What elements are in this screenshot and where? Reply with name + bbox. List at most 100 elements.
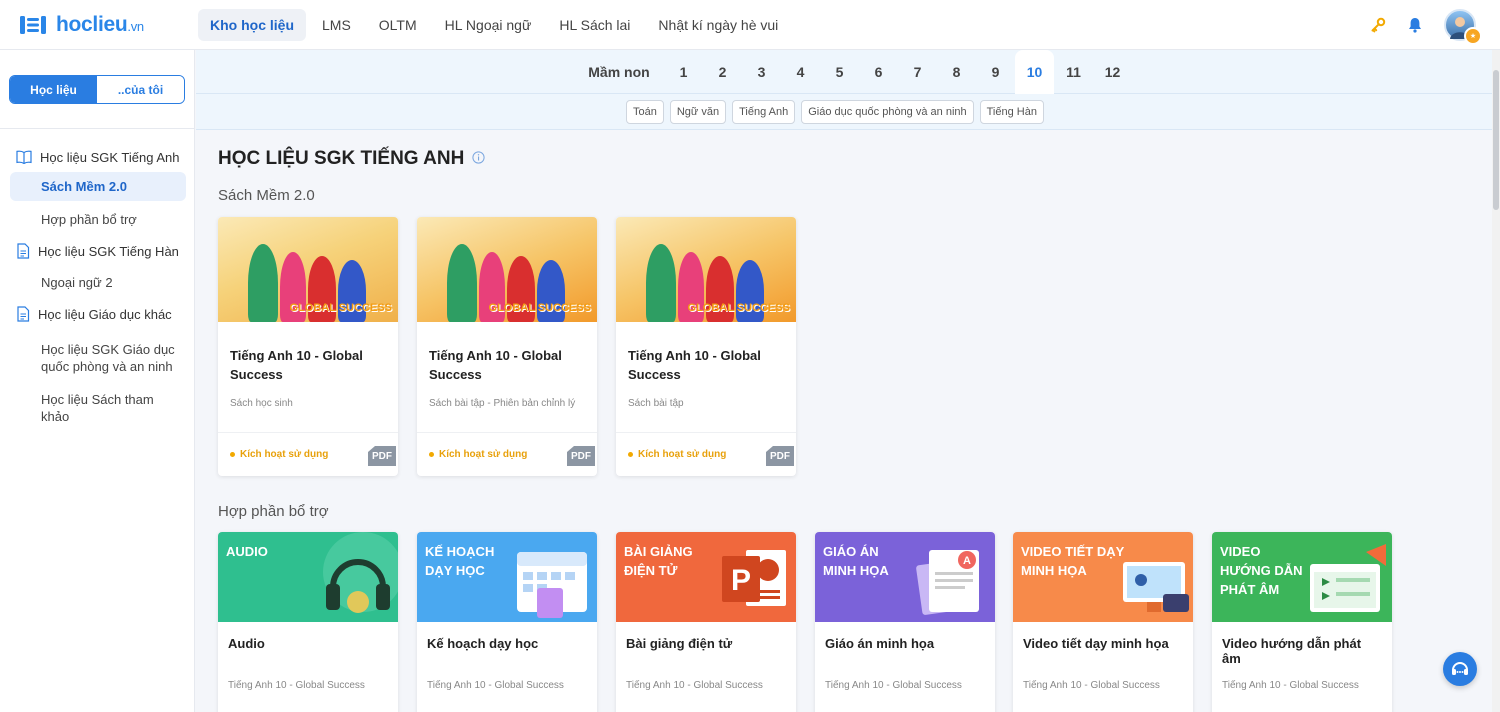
- grade-tab-4[interactable]: 4: [781, 50, 820, 94]
- resource-banner: VIDEO TIẾT DẠY MINH HỌA: [1013, 532, 1193, 622]
- section-title-hop-phan: Hợp phần bổ trợ: [218, 503, 329, 520]
- bell-icon[interactable]: [1408, 17, 1422, 33]
- resource-banner: AUDIO: [218, 532, 398, 622]
- nav-oltm[interactable]: OLTM: [367, 9, 429, 41]
- resource-card-bai-giang[interactable]: BÀI GIẢNG ĐIỆN TỬ P Bài giảng điện tử Ti…: [616, 532, 796, 712]
- status-dot-icon: [230, 452, 235, 457]
- sidebar-group-label: Học liệu Giáo dục khác: [38, 306, 172, 322]
- resource-banner-label: GIÁO ÁN MINH HỌA: [823, 544, 889, 578]
- book-title: Tiếng Anh 10 - Global Success: [429, 348, 562, 382]
- subject-bar: Toán Ngữ văn Tiếng Anh Giáo dục quốc phò…: [196, 94, 1500, 130]
- sidebar-item-hop-phan-bo-tro[interactable]: Hợp phần bổ trợ: [10, 205, 186, 234]
- resource-banner: VIDEO HƯỚNG DẪN PHÁT ÂM: [1212, 532, 1392, 622]
- cover-logo: GLOBAL SUCCESS: [488, 302, 591, 314]
- sidebar-item-sach-tham-khao[interactable]: Học liệu Sách tham khảo: [10, 385, 186, 431]
- grade-tab-10[interactable]: 10: [1015, 50, 1054, 94]
- resource-subtitle: Tiếng Anh 10 - Global Success: [825, 680, 962, 691]
- top-actions: ★: [1370, 9, 1482, 45]
- resource-title: Video tiết dạy minh họa: [1023, 636, 1169, 651]
- book-cover: GLOBAL SUCCESS: [218, 217, 398, 322]
- grade-tab-12[interactable]: 12: [1093, 50, 1132, 94]
- document-icon: [17, 306, 30, 322]
- grade-tab-7[interactable]: 7: [898, 50, 937, 94]
- grade-tab-1[interactable]: 1: [664, 50, 703, 94]
- scrollbar-thumb[interactable]: [1493, 70, 1499, 210]
- book-cover: GLOBAL SUCCESS: [616, 217, 796, 322]
- page-scrollbar[interactable]: [1492, 50, 1500, 712]
- subject-gdqp[interactable]: Giáo dục quốc phòng và an ninh: [801, 100, 974, 124]
- activation-status[interactable]: Kích hoạt sử dụng: [429, 449, 527, 460]
- tab-cua-toi[interactable]: ..của tôi: [97, 76, 184, 103]
- avatar[interactable]: ★: [1444, 9, 1482, 45]
- grade-tab-9[interactable]: 9: [976, 50, 1015, 94]
- sidebar-item-gdqp-an-ninh[interactable]: Học liệu SGK Giáo dục quốc phòng và an n…: [10, 335, 186, 381]
- resource-title: Giáo án minh họa: [825, 636, 935, 651]
- top-navigation: hoclieu.vn Kho học liệu LMS OLTM HL Ngoạ…: [0, 0, 1500, 50]
- resource-subtitle: Tiếng Anh 10 - Global Success: [626, 680, 763, 691]
- sidebar-group-sgk-tieng-han[interactable]: Học liệu SGK Tiếng Hàn: [0, 236, 195, 266]
- grade-tab-5[interactable]: 5: [820, 50, 859, 94]
- brand-logo[interactable]: hoclieu.vn: [18, 13, 198, 37]
- subject-tieng-anh[interactable]: Tiếng Anh: [732, 100, 796, 124]
- headset-icon: [1452, 662, 1468, 675]
- resource-card-audio[interactable]: AUDIO Audio Tiếng Anh 10 - Global Succes…: [218, 532, 398, 712]
- subject-tieng-han[interactable]: Tiếng Hàn: [979, 100, 1044, 124]
- subject-ngu-van[interactable]: Ngữ văn: [669, 100, 727, 124]
- sidebar-menu: Học liệu SGK Tiếng Anh Sách Mềm 2.0 Hợp …: [0, 142, 195, 431]
- book-footer: Kích hoạt sử dụng PDF: [218, 432, 398, 476]
- page-title: HỌC LIỆU SGK TIẾNG ANH: [218, 148, 485, 170]
- library-toggle: Học liệu ..của tôi: [9, 75, 185, 104]
- sidebar-group-giao-duc-khac[interactable]: Học liệu Giáo dục khác: [0, 299, 195, 329]
- resource-card-phat-am[interactable]: VIDEO HƯỚNG DẪN PHÁT ÂM Video hướng dẫn …: [1212, 532, 1392, 712]
- video-lesson-icon: [1123, 562, 1189, 612]
- info-icon[interactable]: [472, 148, 485, 170]
- sidebar-item-sach-mem[interactable]: Sách Mềm 2.0: [10, 172, 186, 201]
- resource-card-giao-an[interactable]: GIÁO ÁN MINH HỌA A Giáo án minh họa Tiến…: [815, 532, 995, 712]
- page-title-text: HỌC LIỆU SGK TIẾNG ANH: [218, 148, 465, 169]
- book-card[interactable]: GLOBAL SUCCESS Tiếng Anh 10 - Global Suc…: [417, 217, 597, 476]
- grade-tab-2[interactable]: 2: [703, 50, 742, 94]
- tab-hoc-lieu[interactable]: Học liệu: [10, 76, 97, 103]
- sidebar-divider: [0, 128, 195, 129]
- key-icon[interactable]: [1370, 17, 1386, 33]
- grade-tab-11[interactable]: 11: [1054, 50, 1093, 94]
- nav-kho-hoc-lieu[interactable]: Kho học liệu: [198, 8, 306, 41]
- activation-status[interactable]: Kích hoạt sử dụng: [628, 449, 726, 460]
- nav-hl-sach-lai[interactable]: HL Sách lai: [547, 9, 642, 41]
- activation-status[interactable]: Kích hoạt sử dụng: [230, 449, 328, 460]
- grade-tab-6[interactable]: 6: [859, 50, 898, 94]
- book-card[interactable]: GLOBAL SUCCESS Tiếng Anh 10 - Global Suc…: [218, 217, 398, 476]
- nav-nhat-ki-he[interactable]: Nhật kí ngày hè vui: [646, 9, 790, 41]
- nav-lms[interactable]: LMS: [310, 9, 363, 41]
- grade-tab-8[interactable]: 8: [937, 50, 976, 94]
- resource-title: Video hướng dẫn phát âm: [1222, 636, 1362, 666]
- resource-banner-label: AUDIO: [226, 544, 268, 559]
- document-icon: [17, 243, 30, 259]
- book-subtitle: Sách học sinh: [230, 398, 293, 409]
- svg-text:P: P: [731, 564, 751, 597]
- grade-tab-3[interactable]: 3: [742, 50, 781, 94]
- resource-title: Kế hoạch dạy học: [427, 636, 539, 651]
- resource-banner: BÀI GIẢNG ĐIỆN TỬ P: [616, 532, 796, 622]
- sidebar-item-ngoai-ngu-2[interactable]: Ngoại ngữ 2: [10, 268, 186, 297]
- book-card[interactable]: GLOBAL SUCCESS Tiếng Anh 10 - Global Suc…: [616, 217, 796, 476]
- subject-toan[interactable]: Toán: [626, 100, 664, 124]
- cover-figure: [447, 244, 477, 322]
- headphones-icon: [323, 532, 398, 613]
- resource-subtitle: Tiếng Anh 10 - Global Success: [228, 680, 365, 691]
- pdf-badge: PDF: [766, 446, 794, 466]
- cover-figure: [248, 244, 278, 322]
- activation-label: Kích hoạt sử dụng: [439, 449, 528, 460]
- support-chat-button[interactable]: [1443, 652, 1477, 686]
- grade-tabs: Mầm non 1 2 3 4 5 6 7 8 9 10 11 12: [574, 50, 1132, 94]
- activation-label: Kích hoạt sử dụng: [240, 449, 329, 460]
- resource-subtitle: Tiếng Anh 10 - Global Success: [1222, 680, 1359, 691]
- activation-label: Kích hoạt sử dụng: [638, 449, 727, 460]
- resource-card-video-tiet-day[interactable]: VIDEO TIẾT DẠY MINH HỌA Video tiết dạy m…: [1013, 532, 1193, 712]
- resource-card-ke-hoach[interactable]: KẾ HOẠCH DẠY HỌC Kế hoạch dạy học Tiếng …: [417, 532, 597, 712]
- grade-tab-mam-non[interactable]: Mầm non: [574, 50, 664, 94]
- cover-figure: [646, 244, 676, 322]
- avatar-badge-icon: ★: [1464, 27, 1482, 45]
- nav-hl-ngoai-ngu[interactable]: HL Ngoại ngữ: [433, 9, 544, 41]
- sidebar-group-sgk-tieng-anh[interactable]: Học liệu SGK Tiếng Anh: [0, 142, 195, 172]
